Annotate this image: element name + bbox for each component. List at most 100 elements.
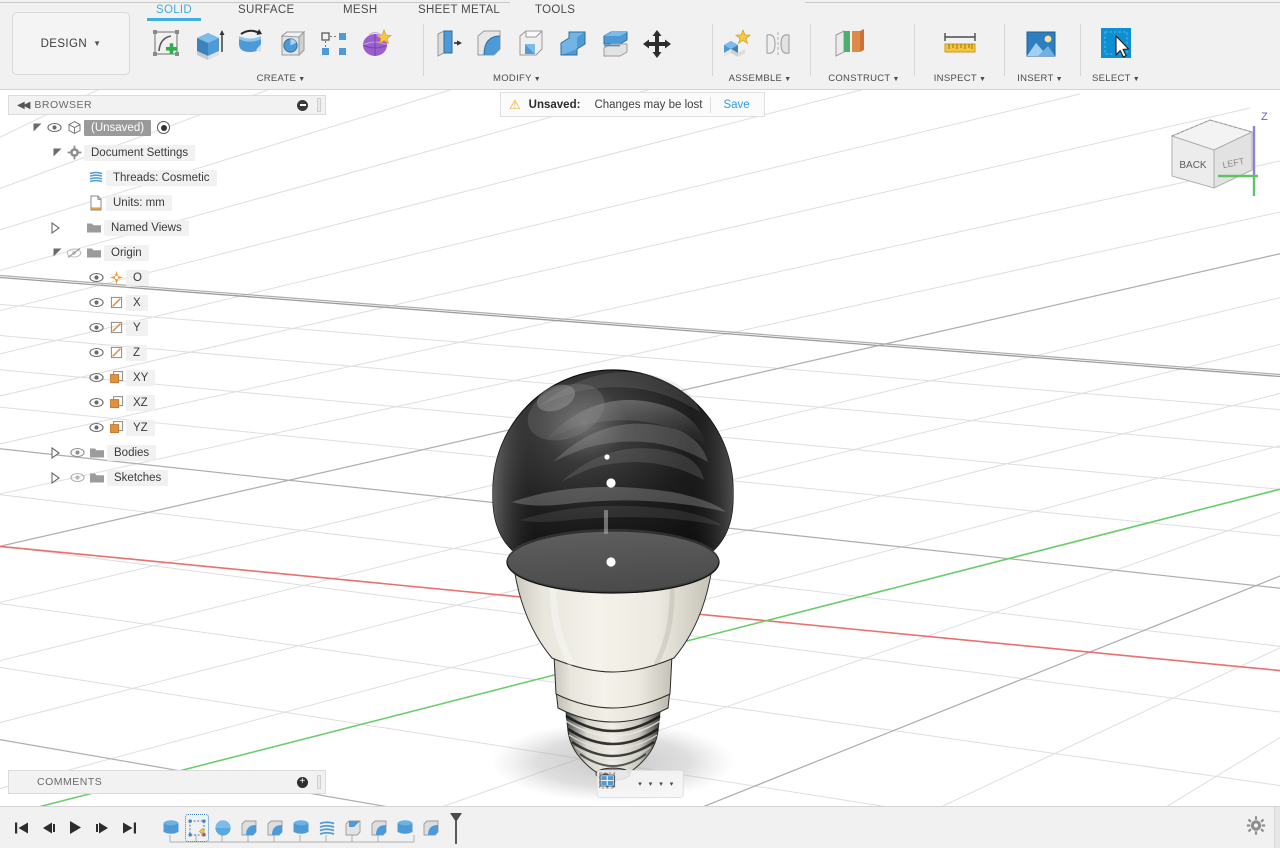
tree-label-units[interactable]: Units: mm xyxy=(106,194,172,211)
tree-label-threads[interactable]: Threads: Cosmetic xyxy=(106,169,217,186)
revolve-button[interactable] xyxy=(230,22,270,66)
tree-node-origin[interactable]: Origin xyxy=(8,240,326,265)
twisty-closed-icon[interactable] xyxy=(48,471,62,484)
offset-plane-button[interactable] xyxy=(822,22,878,66)
zoom-button[interactable] xyxy=(600,772,634,796)
visibility-eye-icon[interactable] xyxy=(86,297,106,308)
new-component-button[interactable] xyxy=(716,22,756,66)
tab-mesh[interactable]: MESH xyxy=(343,4,377,16)
create-form-button[interactable] xyxy=(356,22,396,66)
move-copy-button[interactable] xyxy=(637,22,677,66)
skip-to-end-button[interactable] xyxy=(120,818,138,838)
fit-view-button[interactable]: ▾ xyxy=(599,772,645,796)
collapse-left-icon[interactable]: ◀◀ xyxy=(17,100,30,111)
offset-face-button[interactable] xyxy=(595,22,635,66)
visibility-eye-hidden-icon[interactable] xyxy=(64,247,84,259)
skip-to-start-button[interactable] xyxy=(12,818,30,838)
navigation-bar[interactable]: ▾ ▾ ▾ ▾ xyxy=(596,770,684,798)
tree-label-origin-point[interactable]: O xyxy=(126,269,149,286)
add-comment-icon[interactable]: + xyxy=(297,776,308,788)
assemble-group-label[interactable]: ASSEMBLE ▼ xyxy=(716,73,804,84)
comments-panel[interactable]: COMMENTS + xyxy=(8,770,326,794)
insert-group-label[interactable]: INSERT ▼ xyxy=(1012,73,1068,84)
tree-label-bodies[interactable]: Bodies xyxy=(107,444,157,461)
create-sketch-button[interactable] xyxy=(146,22,186,66)
pan-button[interactable] xyxy=(603,772,627,796)
tab-sheet-metal[interactable]: SHEET METAL xyxy=(418,4,500,16)
select-group-label[interactable]: SELECT ▼ xyxy=(1088,73,1144,84)
viewports-button[interactable]: ▾ xyxy=(599,772,677,796)
visibility-eye-icon[interactable] xyxy=(86,422,106,433)
visibility-eye-icon[interactable] xyxy=(86,322,106,333)
step-forward-button[interactable] xyxy=(93,818,111,838)
timeline-feature-chamfer[interactable] xyxy=(342,815,364,841)
play-button[interactable] xyxy=(66,818,84,838)
activate-component-radio[interactable] xyxy=(157,121,171,134)
tree-node-axis-z[interactable]: Z xyxy=(8,340,326,365)
timeline-marker[interactable] xyxy=(448,811,462,845)
tree-node-origin-point[interactable]: O xyxy=(8,265,326,290)
comments-resize-grip[interactable] xyxy=(317,775,321,789)
visibility-eye-icon[interactable] xyxy=(67,472,87,483)
timeline-feature-extrude-2[interactable] xyxy=(290,815,312,841)
create-group-label[interactable]: CREATE ▼ xyxy=(146,73,416,84)
fillet-button[interactable] xyxy=(469,22,509,66)
tree-label-axis-z[interactable]: Z xyxy=(126,344,148,361)
tree-label-root[interactable]: (Unsaved) xyxy=(84,119,152,136)
tree-label-origin[interactable]: Origin xyxy=(104,244,149,261)
step-back-button[interactable] xyxy=(39,818,57,838)
tree-node-axis-y[interactable]: Y xyxy=(8,315,326,340)
save-button[interactable]: Save xyxy=(719,99,753,111)
tree-node-sketches[interactable]: Sketches xyxy=(8,465,326,490)
tree-label-document-settings[interactable]: Document Settings xyxy=(84,144,196,161)
tab-surface[interactable]: SURFACE xyxy=(238,4,294,16)
tree-node-root[interactable]: (Unsaved) xyxy=(8,115,326,140)
twisty-open-icon[interactable] xyxy=(50,247,64,258)
tab-tools[interactable]: TOOLS xyxy=(535,4,575,16)
timeline-feature-thread[interactable] xyxy=(316,815,338,841)
twisty-closed-icon[interactable] xyxy=(48,446,62,459)
twisty-closed-icon[interactable] xyxy=(48,221,62,234)
extrude-button[interactable] xyxy=(188,22,228,66)
tree-label-axis-y[interactable]: Y xyxy=(126,319,148,336)
tree-label-plane-yz[interactable]: YZ xyxy=(126,419,155,436)
timeline-feature-fillet-2[interactable] xyxy=(264,815,286,841)
select-tool-button[interactable] xyxy=(1088,22,1144,66)
view-cube[interactable]: BACK LEFT Z xyxy=(1152,104,1272,204)
workspace-switcher[interactable]: DESIGN ▼ xyxy=(12,12,130,75)
visibility-eye-icon[interactable] xyxy=(86,397,106,408)
tree-node-units[interactable]: Units: mm xyxy=(8,190,326,215)
timeline-feature-fillet-1[interactable] xyxy=(238,815,260,841)
press-pull-button[interactable] xyxy=(427,22,467,66)
tree-label-sketches[interactable]: Sketches xyxy=(107,469,169,486)
twisty-open-icon[interactable] xyxy=(30,122,44,133)
timeline-feature-fillet-3[interactable] xyxy=(368,815,390,841)
twisty-open-icon[interactable] xyxy=(50,147,64,158)
visibility-eye-icon[interactable] xyxy=(67,447,87,458)
visibility-eye-icon[interactable] xyxy=(44,122,64,133)
tree-node-named-views[interactable]: Named Views xyxy=(8,215,326,240)
tree-node-bodies[interactable]: Bodies xyxy=(8,440,326,465)
timeline-feature-extrude-3[interactable] xyxy=(394,815,416,841)
minimize-icon[interactable] xyxy=(297,99,308,111)
rectangular-pattern-button[interactable] xyxy=(314,22,354,66)
timeline-settings-button[interactable] xyxy=(1246,815,1266,840)
construct-group-label[interactable]: CONSTRUCT ▼ xyxy=(822,73,906,84)
modify-group-label[interactable]: MODIFY ▼ xyxy=(387,73,647,84)
tree-node-threads[interactable]: Threads: Cosmetic xyxy=(8,165,326,190)
tree-node-plane-xy[interactable]: XY xyxy=(8,365,326,390)
measure-button[interactable] xyxy=(925,22,995,66)
visibility-eye-icon[interactable] xyxy=(86,272,106,283)
hole-button[interactable] xyxy=(272,22,312,66)
tree-label-plane-xy[interactable]: XY xyxy=(126,369,156,386)
inspect-group-label[interactable]: INSPECT ▼ xyxy=(925,73,995,84)
tab-solid[interactable]: SOLID xyxy=(146,4,202,21)
visibility-eye-icon[interactable] xyxy=(86,347,106,358)
timeline-feature-fillet-4[interactable] xyxy=(420,815,442,841)
tree-label-axis-x[interactable]: X xyxy=(126,294,148,311)
joint-button[interactable] xyxy=(758,22,798,66)
tree-label-named-views[interactable]: Named Views xyxy=(104,219,189,236)
timeline-feature-extrude-1[interactable] xyxy=(160,815,182,841)
timeline-feature-revolve[interactable] xyxy=(212,815,234,841)
insert-image-button[interactable] xyxy=(1012,22,1068,66)
